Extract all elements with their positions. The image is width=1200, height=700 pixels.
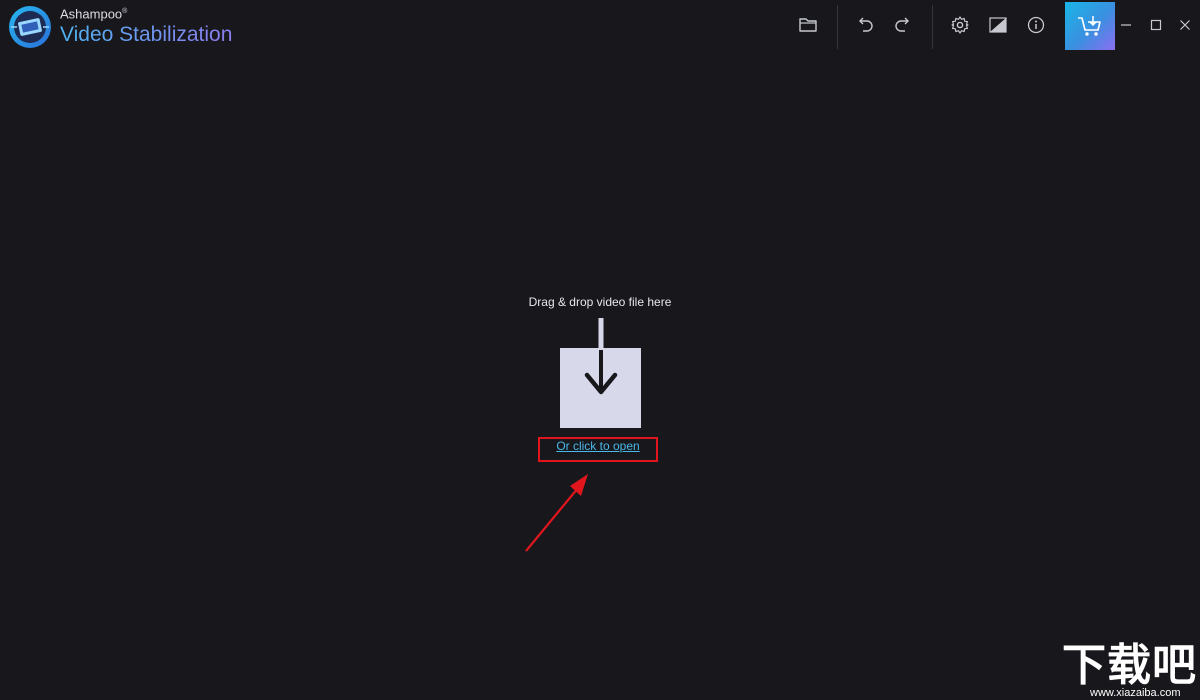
redo-button[interactable] <box>883 5 923 45</box>
redo-icon <box>895 17 909 32</box>
shop-cart-button[interactable] <box>1065 2 1115 50</box>
undo-button[interactable] <box>845 5 885 45</box>
close-button[interactable] <box>1171 8 1199 42</box>
open-folder-button[interactable] <box>788 5 828 45</box>
watermark-logo: 下载吧 www.xiazaiba.com <box>1062 640 1200 700</box>
title-bar: Ashampoo® Video Stabilization <box>0 0 1200 50</box>
app-window: Ashampoo® Video Stabilization Drag & dro… <box>0 0 1200 700</box>
watermark-url: www.xiazaiba.com <box>1090 687 1181 699</box>
close-icon <box>1180 20 1190 30</box>
undo-icon <box>859 17 873 32</box>
brand-company: Ashampoo® <box>60 6 128 22</box>
info-icon <box>1027 16 1045 34</box>
download-arrow-icon <box>584 318 618 395</box>
folder-open-icon <box>799 18 817 32</box>
annotation-arrow-icon <box>525 474 588 552</box>
toolbar-separator <box>837 5 838 49</box>
info-button[interactable] <box>1016 5 1056 45</box>
toolbar-separator <box>932 5 933 49</box>
theme-toggle-button[interactable] <box>978 5 1018 45</box>
minimize-button[interactable] <box>1112 8 1140 42</box>
app-title: Video Stabilization <box>60 23 233 47</box>
drop-zone-title: Drag & drop video file here <box>528 295 672 309</box>
app-logo-icon <box>9 6 51 48</box>
theme-toggle-icon <box>989 17 1007 33</box>
maximize-button[interactable] <box>1142 8 1170 42</box>
app-brand: Ashampoo® Video Stabilization <box>60 4 232 48</box>
settings-gear-icon <box>951 16 969 34</box>
settings-button[interactable] <box>940 5 980 45</box>
minimize-icon <box>1121 24 1131 26</box>
maximize-icon <box>1150 19 1162 31</box>
cart-icon <box>1078 16 1101 36</box>
open-file-link[interactable]: Or click to open <box>540 438 656 459</box>
watermark-text: 下载吧 <box>1062 640 1197 691</box>
